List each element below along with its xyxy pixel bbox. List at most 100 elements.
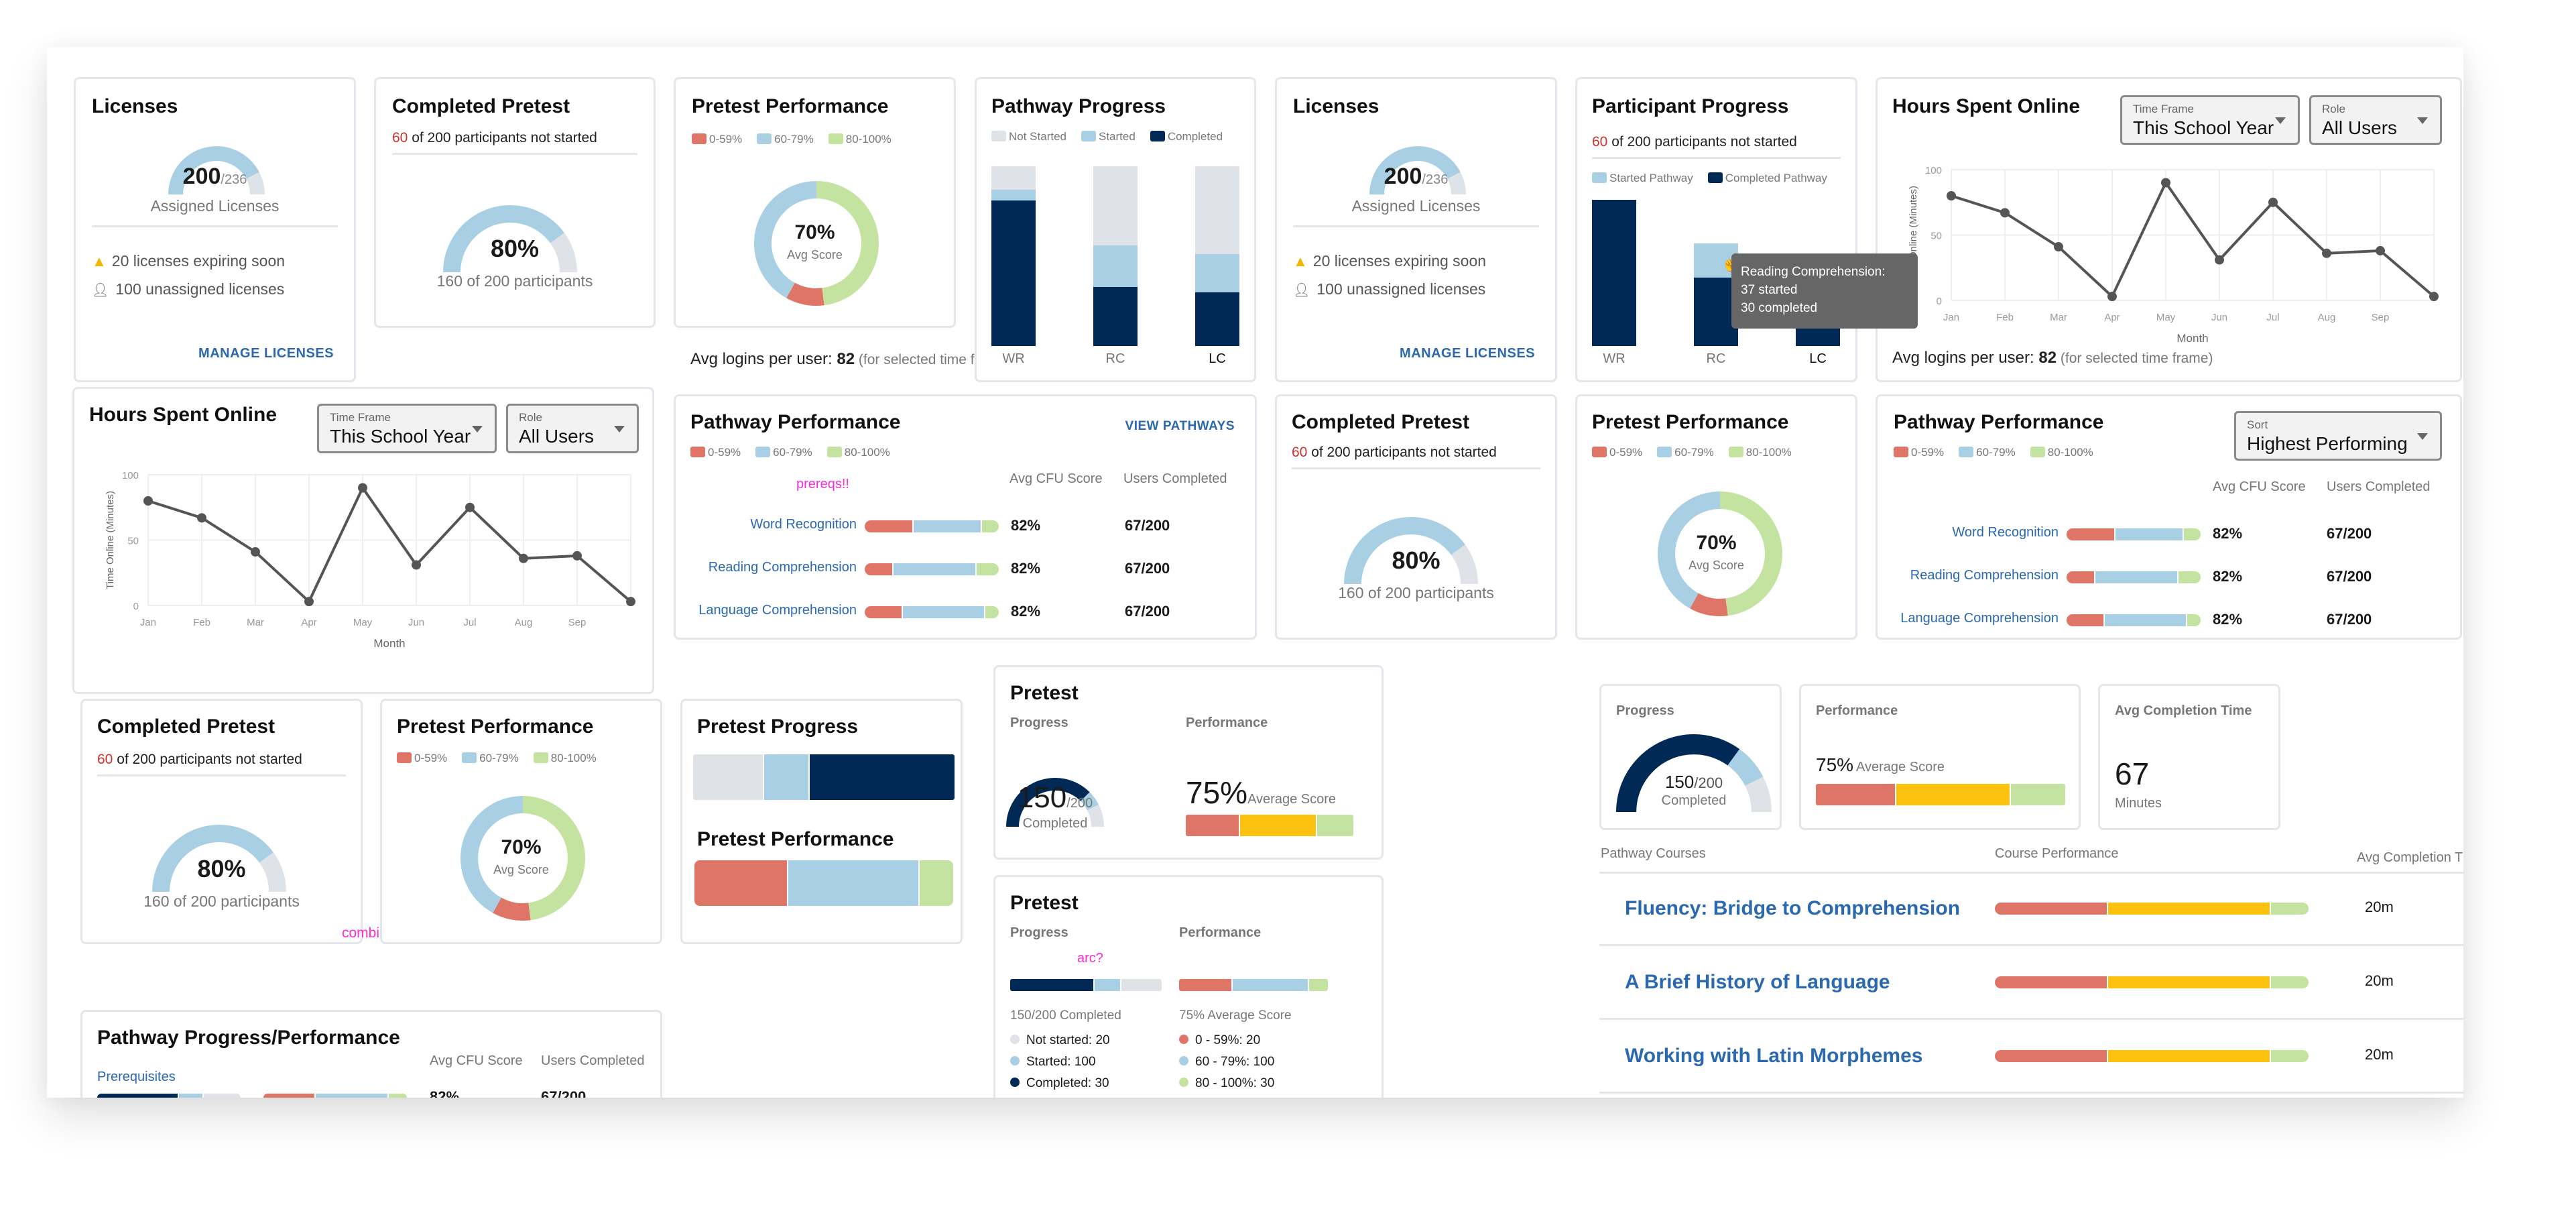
pathway-link[interactable]: Prerequisites xyxy=(97,1070,176,1085)
data-point[interactable] xyxy=(1947,191,1956,200)
bar-segment xyxy=(1231,979,1308,991)
data-point[interactable] xyxy=(197,513,206,523)
score-distribution-bar xyxy=(2067,528,2201,540)
data-point[interactable] xyxy=(2376,245,2385,255)
legend-started: Started Pathway xyxy=(1592,172,1693,185)
divider xyxy=(1293,225,1539,227)
participant-legend: Started Pathway Completed Pathway xyxy=(1592,172,1827,185)
bar-segment xyxy=(1995,1050,2107,1062)
data-point[interactable] xyxy=(572,551,582,561)
data-point[interactable] xyxy=(2322,248,2331,258)
bar-segment-completed xyxy=(1093,286,1138,346)
legend-item: 80-100% xyxy=(828,133,892,146)
data-point[interactable] xyxy=(465,502,475,512)
bar-segment xyxy=(786,860,919,906)
progress-label: Progress xyxy=(1010,715,1068,730)
course-link[interactable]: Working with Latin Morphemes xyxy=(1625,1045,1922,1067)
donut-value: 70% xyxy=(794,221,835,243)
bar-segment xyxy=(918,860,953,906)
card-title: Pretest Performance xyxy=(1592,411,1789,433)
legend-label: 60-79% xyxy=(774,133,814,146)
data-point[interactable] xyxy=(2268,197,2278,207)
bar-segment xyxy=(2270,976,2309,988)
chevron-down-icon xyxy=(614,426,625,432)
data-point[interactable] xyxy=(304,597,314,607)
time-frame-dropdown[interactable]: Time Frame This School Year xyxy=(2120,95,2300,145)
course-progress-tile: Progress 150/200 Completed xyxy=(1599,684,1782,830)
course-performance-tile: Performance 75% Average Score xyxy=(1799,684,2081,830)
legend-swatch xyxy=(1592,447,1607,457)
card-title-performance: Pretest Performance xyxy=(697,828,894,850)
bar-wr[interactable] xyxy=(1592,200,1636,346)
legend-started: Started xyxy=(1081,130,1136,143)
bar-rc[interactable] xyxy=(1093,166,1138,346)
bar-lc[interactable] xyxy=(1195,166,1239,346)
manage-licenses-link[interactable]: MANAGE LICENSES xyxy=(1400,346,1535,361)
card-title: Hours Spent Online xyxy=(89,404,278,426)
data-point[interactable] xyxy=(626,597,635,607)
expiring-row: ▲ 20 licenses expiring soon xyxy=(92,252,285,270)
dropdown-label: Role xyxy=(2322,103,2345,115)
legend-started: Started: 100 xyxy=(1010,1051,1110,1073)
x-tick-label: Jun xyxy=(408,617,424,628)
expiring-text: 20 licenses expiring soon xyxy=(111,252,286,270)
bar-segment xyxy=(1307,979,1328,991)
data-point[interactable] xyxy=(2429,292,2439,302)
data-point[interactable] xyxy=(143,496,153,506)
data-point[interactable] xyxy=(358,483,367,493)
card-title: Completed Pretest xyxy=(97,715,275,738)
course-performance-bar xyxy=(1995,1050,2309,1062)
course-link[interactable]: A Brief History of Language xyxy=(1625,971,1890,994)
not-started-summary: 60 of 200 participants not started xyxy=(1592,134,1797,150)
x-tick-label: May xyxy=(2156,312,2176,323)
pathway-link[interactable]: Language Comprehension xyxy=(1878,611,2059,626)
bar-segment xyxy=(1315,815,1353,836)
role-dropdown[interactable]: Role All Users xyxy=(506,404,639,453)
bar-segment xyxy=(808,754,955,800)
data-point[interactable] xyxy=(2215,255,2224,265)
data-point[interactable] xyxy=(251,547,260,557)
progress-count: 150/200 xyxy=(1017,781,1093,814)
pathway-link[interactable]: Word Recognition xyxy=(1878,525,2059,540)
time-frame-dropdown[interactable]: Time Frame This School Year xyxy=(317,404,497,453)
data-point[interactable] xyxy=(2161,178,2170,188)
unassigned-row: 👤︎ 100 unassigned licenses xyxy=(1293,280,1485,298)
legend-completed: Completed xyxy=(1150,130,1223,143)
pathway-progress-performance-card: Pathway Progress/Performance Avg CFU Sco… xyxy=(80,1010,662,1098)
bar-segment xyxy=(2107,1050,2270,1062)
legend-completed: Completed: 30 xyxy=(1010,1073,1110,1094)
avg-time-value: 67 xyxy=(2115,756,2150,791)
col-header-time: Avg Completion T xyxy=(2357,850,2463,865)
pathway-link[interactable]: Reading Comprehension xyxy=(1878,568,2059,583)
avg-score: 82% xyxy=(2213,568,2243,585)
bar-segment xyxy=(2182,528,2201,540)
pathway-link[interactable]: Word Recognition xyxy=(676,517,857,532)
legend-item: 60-79% xyxy=(462,752,519,765)
legend-swatch xyxy=(757,133,772,144)
data-point[interactable] xyxy=(2107,292,2117,302)
total-count: /236 xyxy=(1422,172,1449,187)
data-point[interactable] xyxy=(2054,242,2063,252)
card-title: Participant Progress xyxy=(1592,95,1789,117)
role-dropdown[interactable]: Role All Users xyxy=(2309,95,2442,145)
series-line xyxy=(147,485,632,604)
bar-segment xyxy=(980,520,999,532)
bar-segment xyxy=(314,1094,387,1098)
participant-progress-card: Participant Progress 60 of 200 participa… xyxy=(1575,77,1857,382)
pathway-progress-card: Pathway Progress Not Started Started Com… xyxy=(975,77,1256,382)
pathway-link[interactable]: Language Comprehension xyxy=(676,603,857,618)
performance-legend: 0 - 59%: 20 60 - 79%: 100 80 - 100%: 30 xyxy=(1179,1030,1274,1094)
data-point[interactable] xyxy=(412,560,421,570)
performance-bar xyxy=(1816,784,2065,805)
legend-low: 0 - 59%: 20 xyxy=(1179,1030,1274,1051)
data-point[interactable] xyxy=(519,553,528,563)
manage-licenses-link[interactable]: MANAGE LICENSES xyxy=(198,346,334,361)
course-link[interactable]: Fluency: Bridge to Comprehension xyxy=(1625,897,1960,920)
bar-wr[interactable] xyxy=(991,166,1036,346)
data-point[interactable] xyxy=(2000,208,2010,218)
card-title: Pretest xyxy=(1010,892,1079,914)
total-count: /236 xyxy=(221,172,247,187)
x-axis-label: Month xyxy=(373,637,405,650)
pretest-performance-card-b: Pretest Performance 0-59% 60-79% 80-100% 7… xyxy=(1575,394,1857,640)
pathway-link[interactable]: Reading Comprehension xyxy=(676,560,857,575)
